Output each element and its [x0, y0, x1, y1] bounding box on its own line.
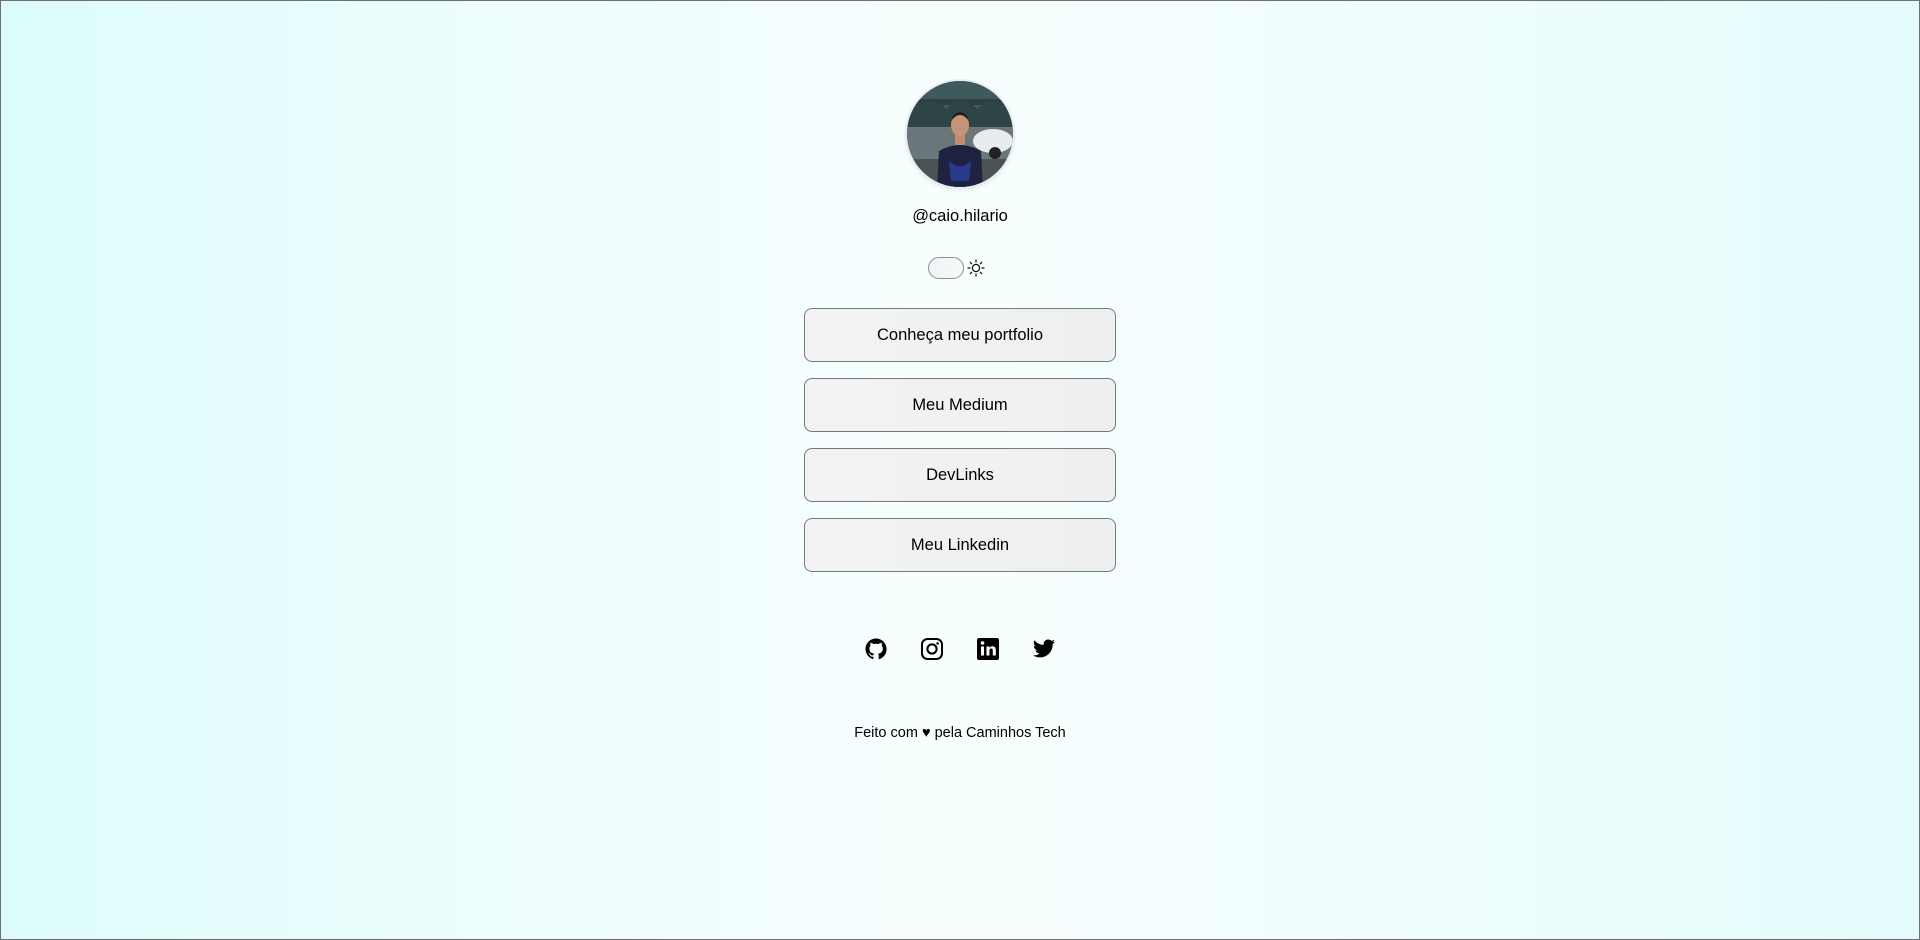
social-links — [864, 637, 1088, 661]
page-container: @caio.hilario Conheça meu portfolio Meu … — [0, 0, 1920, 940]
avatar — [907, 81, 1013, 187]
username: @caio.hilario — [912, 207, 1008, 225]
medium-link-button[interactable]: Meu Medium — [804, 378, 1116, 432]
footer-prefix: Feito com — [854, 725, 918, 741]
github-icon[interactable] — [864, 637, 888, 661]
links-list: Conheça meu portfolio Meu Medium DevLink… — [804, 308, 1116, 588]
linkedin-link-button[interactable]: Meu Linkedin — [804, 518, 1116, 572]
instagram-icon[interactable] — [920, 637, 944, 661]
portfolio-link-button[interactable]: Conheça meu portfolio — [804, 308, 1116, 362]
footer-suffix: pela Caminhos Tech — [934, 725, 1066, 741]
sun-icon — [967, 259, 985, 277]
linkedin-icon[interactable] — [976, 637, 1000, 661]
twitter-icon[interactable] — [1032, 637, 1056, 661]
theme-switch[interactable] — [928, 256, 986, 280]
theme-toggle[interactable] — [928, 257, 964, 279]
heart-icon: ♥ — [921, 725, 931, 741]
footer-text: Feito com ♥ pela Caminhos Tech — [0, 723, 1920, 743]
profile-photo — [907, 81, 1013, 187]
devlinks-link-button[interactable]: DevLinks — [804, 448, 1116, 502]
